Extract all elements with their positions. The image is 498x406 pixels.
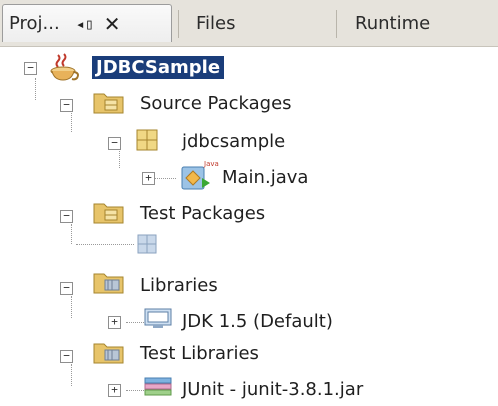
expand-toggle[interactable]: + <box>108 384 121 397</box>
test-packages-label: Test Packages <box>140 202 266 224</box>
package-folder-icon <box>93 93 124 114</box>
tree-node-project[interactable]: JDBCSample <box>92 50 225 84</box>
tab-strip: Proj... ◂▯ ✕ Files Runtime <box>0 0 498 47</box>
junit-label: JUnit - junit-3.8.1.jar <box>182 378 364 400</box>
minimize-window-icon[interactable]: ◂▯ <box>76 15 94 33</box>
coffee-cup-icon <box>50 53 79 81</box>
tree-node-junit[interactable]: JUnit - junit-3.8.1.jar <box>182 372 363 406</box>
package-icon <box>136 129 158 151</box>
tree-node-package[interactable]: jdbcsample <box>182 124 285 158</box>
jdk-label: JDK 1.5 (Default) <box>182 310 333 332</box>
expand-toggle[interactable]: + <box>108 316 121 329</box>
java-class-icon: Java <box>181 160 219 190</box>
tree-node-main-java[interactable]: Main.java <box>222 160 308 194</box>
test-libraries-label: Test Libraries <box>140 342 259 364</box>
library-folder-icon <box>93 343 124 364</box>
tab-projects-label: Proj... <box>9 13 60 34</box>
tab-divider <box>178 10 179 38</box>
tree-node-libraries[interactable]: Libraries <box>140 268 218 302</box>
projects-window: Proj... ◂▯ ✕ Files Runtime − JDBCSample … <box>0 0 498 403</box>
tree-guide-line <box>71 296 72 318</box>
tree-node-test-libraries[interactable]: Test Libraries <box>140 336 259 370</box>
package-folder-icon <box>93 203 124 224</box>
collapse-toggle[interactable]: − <box>60 99 73 112</box>
source-packages-label: Source Packages <box>140 92 292 114</box>
tree-guide-line <box>71 224 72 244</box>
svg-text:Java: Java <box>203 160 219 168</box>
library-folder-icon <box>93 273 124 294</box>
libraries-label: Libraries <box>140 274 218 296</box>
empty-package-icon <box>137 234 157 254</box>
collapse-toggle[interactable]: − <box>108 137 121 150</box>
tree-guide-line <box>71 110 72 132</box>
tree-node-jdk[interactable]: JDK 1.5 (Default) <box>182 304 333 338</box>
jdk-library-icon <box>144 308 172 328</box>
tree-guide-line <box>71 364 72 386</box>
main-java-label: Main.java <box>222 166 309 188</box>
tree-node-source-packages[interactable]: Source Packages <box>140 86 292 120</box>
tab-files-label: Files <box>196 12 236 34</box>
expand-toggle[interactable]: + <box>142 172 155 185</box>
tree-guide-line <box>35 78 36 100</box>
collapse-toggle[interactable]: − <box>60 282 73 295</box>
tree-guide-line <box>119 148 120 168</box>
tab-runtime[interactable]: Runtime <box>355 6 485 40</box>
project-name: JDBCSample <box>92 55 225 79</box>
jar-library-icon <box>144 377 172 396</box>
tree-guide-line <box>76 244 134 245</box>
tab-runtime-label: Runtime <box>355 12 431 34</box>
project-tree[interactable]: − JDBCSample − Source Packages − jdbcsam… <box>0 46 498 403</box>
collapse-toggle[interactable]: − <box>60 350 73 363</box>
close-icon[interactable]: ✕ <box>104 12 121 36</box>
tree-guide-line <box>154 178 176 179</box>
collapse-toggle[interactable]: − <box>24 62 37 75</box>
package-label: jdbcsample <box>182 130 286 152</box>
tab-files[interactable]: Files <box>196 6 324 40</box>
tab-divider <box>336 10 337 38</box>
collapse-toggle[interactable]: − <box>60 210 73 223</box>
tree-node-test-packages[interactable]: Test Packages <box>140 196 265 230</box>
tab-projects[interactable]: Proj... ◂▯ ✕ <box>2 4 172 42</box>
